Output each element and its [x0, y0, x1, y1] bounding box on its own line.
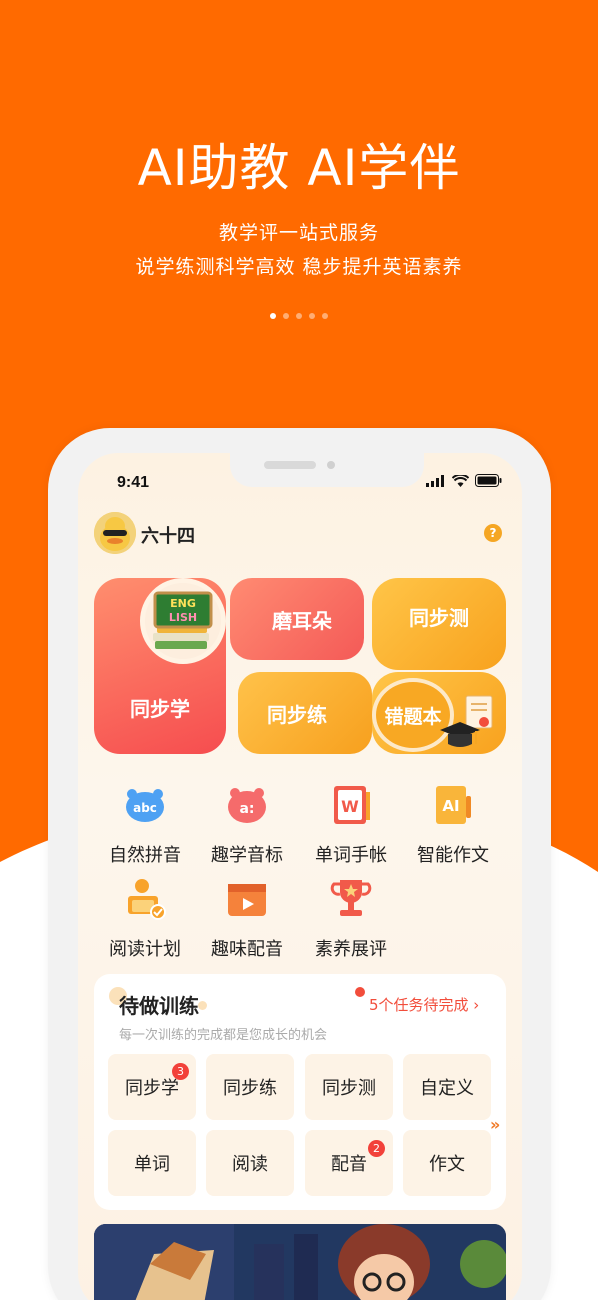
carousel-dot[interactable]	[270, 313, 276, 319]
english-badge-text-2: LISH	[169, 611, 197, 624]
todo-title: 待做训练	[119, 994, 199, 1018]
func-yuedu[interactable]: 阅读计划	[97, 876, 193, 961]
hero-title: AI助教 AI学伴	[137, 139, 461, 197]
func-label: 素养展评	[315, 939, 387, 960]
svg-text:abc: abc	[133, 801, 157, 815]
task-yuedu[interactable]: 阅读	[206, 1130, 294, 1196]
carousel-dot[interactable]	[296, 313, 302, 319]
phone-speaker	[264, 461, 316, 469]
func-quxueyinbiao[interactable]: a: 趣学音标	[199, 782, 295, 867]
username[interactable]: 六十四	[141, 522, 195, 548]
task-badge: 3	[172, 1063, 189, 1080]
english-books-icon: ENG LISH	[140, 578, 226, 664]
tile-tongbulian[interactable]: 同步练	[238, 672, 372, 754]
func-suyang[interactable]: 素养展评	[303, 876, 399, 961]
task-label: 配音	[331, 1154, 367, 1175]
trophy-icon	[330, 880, 372, 916]
tile-label: 同步学	[130, 697, 190, 721]
task-label: 阅读	[232, 1154, 268, 1175]
phone-camera	[327, 461, 335, 469]
task-zidingyi[interactable]: 自定义	[403, 1054, 491, 1120]
status-time: 9:41	[117, 474, 150, 491]
word-book-icon: W	[334, 786, 370, 824]
carousel-dots[interactable]	[0, 313, 598, 319]
task-label: 同步测	[322, 1078, 376, 1099]
func-danci[interactable]: W 单词手帐	[303, 782, 399, 867]
task-label: 同步学	[125, 1078, 179, 1099]
svg-text:AI: AI	[442, 797, 459, 815]
graduation-cap-icon	[440, 695, 493, 747]
carousel-dot[interactable]	[309, 313, 315, 319]
hero-subtitle-2: 说学练测科学高效 稳步提升英语素养	[135, 256, 463, 278]
svg-text:W: W	[341, 797, 359, 816]
func-label: 阅读计划	[109, 939, 181, 960]
duck-avatar-icon	[94, 512, 136, 554]
tile-label: 同步测	[409, 606, 469, 630]
task-label: 同步练	[223, 1078, 277, 1099]
func-label: 单词手帐	[315, 845, 387, 866]
reading-plan-icon	[128, 879, 166, 920]
func-label: 趣味配音	[211, 939, 283, 960]
func-ziranpinyin[interactable]: abc 自然拼音	[97, 782, 193, 867]
task-label: 自定义	[420, 1078, 474, 1099]
abc-icon: abc	[126, 789, 164, 822]
battery-icon	[475, 474, 502, 487]
tile-label: 磨耳朵	[272, 608, 332, 633]
func-label: 自然拼音	[109, 845, 181, 866]
tile-label: 错题本	[384, 705, 442, 728]
task-badge: 2	[368, 1140, 385, 1157]
phone-notch	[230, 453, 424, 487]
task-tongbulian[interactable]: 同步练	[206, 1054, 294, 1120]
svg-text:a:: a:	[239, 801, 254, 817]
task-label: 单词	[134, 1154, 170, 1175]
signal-icon	[426, 474, 444, 487]
english-badge-text-1: ENG	[170, 597, 196, 610]
task-danci[interactable]: 单词	[108, 1130, 196, 1196]
carousel-dot[interactable]	[283, 313, 289, 319]
todo-red-dot	[355, 987, 365, 997]
task-tongbuce[interactable]: 同步测	[305, 1054, 393, 1120]
carousel-dot[interactable]	[322, 313, 328, 319]
hero-subtitle-1: 教学评一站式服务	[218, 222, 379, 244]
promo-banner[interactable]	[94, 1224, 506, 1300]
tile-label: 同步练	[267, 702, 327, 727]
task-zuowen[interactable]: 作文	[403, 1130, 491, 1196]
avatar[interactable]	[94, 512, 136, 554]
task-label: 作文	[429, 1154, 465, 1175]
func-label: 智能作文	[417, 845, 489, 866]
phonetic-icon: a:	[228, 788, 266, 823]
wifi-icon	[452, 474, 469, 487]
decor-circle	[198, 1001, 207, 1010]
tile-moerduo[interactable]: 磨耳朵	[230, 578, 364, 660]
func-zuowen[interactable]: AI 智能作文	[405, 782, 501, 867]
todo-subtitle: 每一次训练的完成都是您成长的机会	[119, 1028, 328, 1043]
func-peiyin[interactable]: 趣味配音	[199, 876, 295, 961]
todo-pending-link[interactable]: 5个任务待完成 ›	[369, 994, 479, 1015]
banner-illustration	[94, 1224, 506, 1300]
status-icons	[426, 474, 502, 487]
func-label: 趣学音标	[211, 845, 283, 866]
more-arrows-icon[interactable]: »	[490, 1115, 500, 1134]
question-icon[interactable]: ?	[484, 524, 502, 542]
tile-tongbuce[interactable]: 同步测	[372, 578, 506, 670]
dubbing-icon	[228, 884, 266, 916]
ai-writing-icon: AI	[436, 786, 471, 824]
